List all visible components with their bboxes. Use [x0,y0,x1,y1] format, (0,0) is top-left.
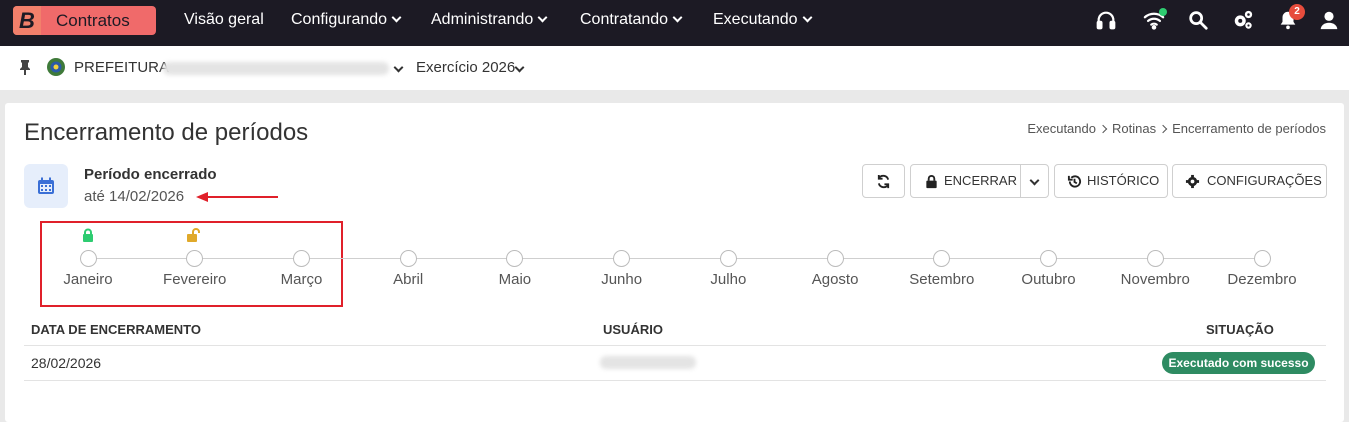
chevron-right-icon [1158,124,1168,134]
nav-label: Executando [713,11,798,28]
nav-label: Contratando [580,11,669,28]
chevron-right-icon [1098,124,1108,134]
lock-closed-icon [83,228,93,242]
configuracoes-label: CONFIGURAÇÕES [1207,173,1322,188]
refresh-button[interactable] [862,164,905,198]
organization-name[interactable]: PREFEITURA [74,46,169,90]
historico-label: HISTÓRICO [1087,173,1160,188]
notification-badge: 2 [1289,4,1305,20]
bell-icon[interactable]: 2 [1277,4,1305,31]
context-bar: PREFEITURA Exercício 2026 [0,46,1349,90]
timeline-month-label: Abril [393,271,424,288]
period-closed-date: até 14/02/2026 [84,188,185,205]
lock-icon [926,175,937,189]
table-divider [24,345,1326,346]
timeline-dot-agosto[interactable] [826,250,844,267]
timeline-month-label: Julho [710,271,747,288]
user-icon[interactable] [1318,9,1340,31]
configuracoes-button[interactable]: CONFIGURAÇÕES [1172,164,1327,198]
top-navbar: B Contratos Visão geral Configurando Adm… [0,0,1349,46]
timeline-dot-novembro[interactable] [1146,250,1164,267]
timeline-month-label: Outubro [1021,271,1076,288]
gear-icon [1185,174,1200,189]
timeline-dot-outubro[interactable] [1040,250,1058,267]
exercise-selector[interactable]: Exercício 2026 [416,46,515,90]
nav-configurando[interactable]: Configurando [291,0,402,40]
timeline-dot-julho[interactable] [719,250,737,267]
online-status-dot [1159,8,1167,16]
column-header-situacao[interactable]: SITUAÇÃO [1206,322,1274,337]
timeline-month-label: Maio [498,271,532,288]
timeline-month-label: Dezembro [1227,271,1297,288]
brand-letter: B [13,6,41,35]
pin-icon[interactable] [18,59,32,75]
calendar-icon [38,177,54,194]
headset-icon[interactable] [1095,9,1117,31]
table-divider [24,380,1326,381]
nav-executando[interactable]: Executando [713,0,812,40]
timeline-month-label: Março [280,271,323,288]
timeline-month-label: Janeiro [63,271,113,288]
nav-label: Visão geral [184,11,264,28]
chevron-down-icon [1029,175,1040,186]
timeline-track [88,258,1262,259]
timeline-month-label: Setembro [909,271,975,288]
page-title: Encerramento de períodos [24,119,309,146]
cell-user-redacted [600,356,696,369]
coat-of-arms-icon [47,58,65,76]
encerrar-button[interactable]: ENCERRAR [910,164,1021,198]
brand-name: Contratos [56,11,130,30]
wifi-icon[interactable] [1143,8,1167,31]
encerrar-dropdown-toggle[interactable] [1020,164,1049,198]
timeline-dot-janeiro[interactable] [79,250,97,267]
timeline-dot-março[interactable] [292,250,310,267]
lock-open-icon [187,228,200,242]
nav-label: Administrando [431,11,534,28]
timeline-month-label: Novembro [1120,271,1190,288]
historico-button[interactable]: HISTÓRICO [1054,164,1168,198]
period-status-label: Período encerrado [84,166,217,183]
nav-administrando[interactable]: Administrando [431,0,548,40]
column-header-data[interactable]: DATA DE ENCERRAMENTO [31,322,201,337]
nav-visao-geral[interactable]: Visão geral [184,0,264,40]
history-icon [1067,175,1081,188]
search-icon[interactable] [1187,9,1209,31]
cogs-icon[interactable] [1232,9,1254,31]
brand-logo[interactable]: B Contratos [13,6,156,35]
chevron-down-icon[interactable] [514,61,525,79]
status-badge: Executado com sucesso [1162,352,1315,374]
timeline-dot-junho[interactable] [613,250,631,267]
chevron-down-icon[interactable] [393,61,404,79]
breadcrumb: Executando Rotinas Encerramento de período… [1027,121,1326,136]
chevron-down-icon [672,12,683,23]
timeline-month-label: Agosto [811,271,859,288]
chevron-down-icon [537,12,548,23]
calendar-icon-box [24,164,68,208]
timeline-month-label: Fevereiro [163,271,227,288]
timeline-dot-abril[interactable] [399,250,417,267]
timeline-month-label: Junho [601,271,643,288]
chevron-down-icon [802,12,812,23]
timeline-dot-dezembro[interactable] [1253,250,1271,267]
nav-contratando[interactable]: Contratando [580,0,683,40]
refresh-icon [877,174,890,189]
chevron-down-icon [391,12,402,23]
breadcrumb-item-current: Encerramento de períodos [1172,121,1326,136]
cell-closing-date: 28/02/2026 [31,355,102,371]
encerrar-label: ENCERRAR [944,173,1017,188]
column-header-usuario[interactable]: USUÁRIO [603,322,663,337]
breadcrumb-item[interactable]: Rotinas [1112,121,1156,136]
nav-label: Configurando [291,11,388,28]
organization-name-redacted [163,62,389,75]
annotation-arrow [196,192,278,202]
breadcrumb-item[interactable]: Executando [1027,121,1096,136]
